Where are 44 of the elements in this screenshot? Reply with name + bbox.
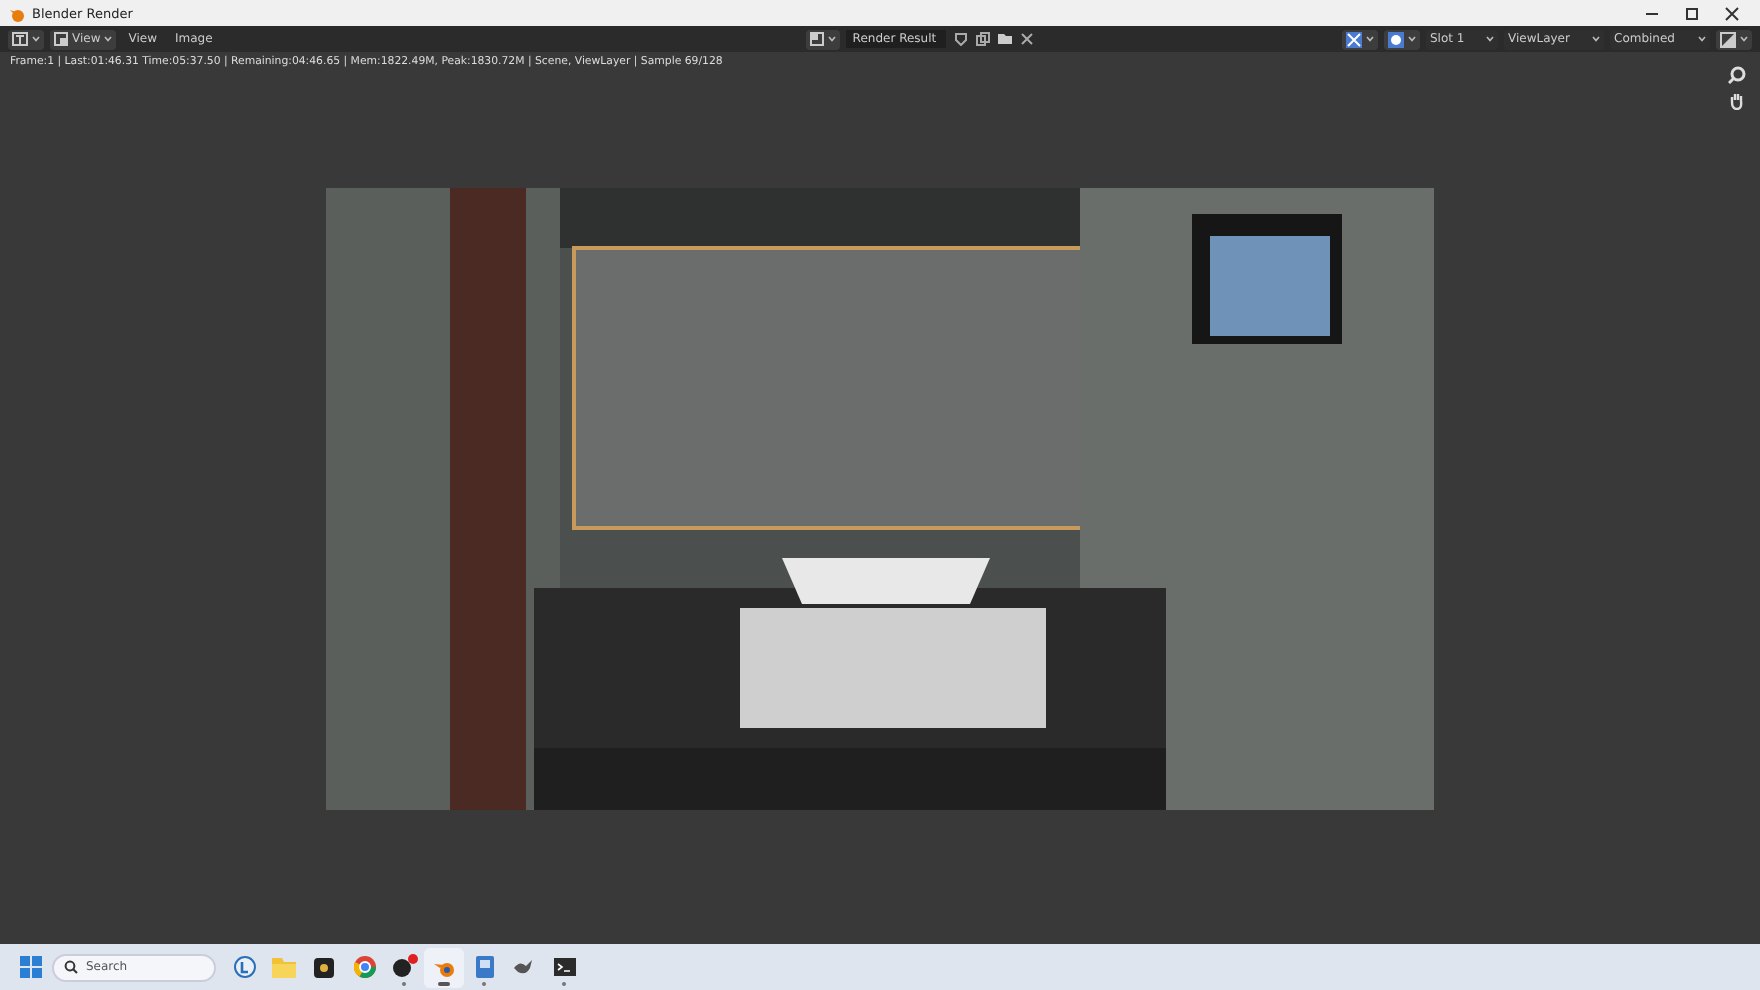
overlay-button[interactable] xyxy=(1384,29,1420,49)
running-indicator xyxy=(562,982,566,985)
shield-icon[interactable] xyxy=(954,32,969,46)
overlay-icon xyxy=(1388,31,1404,47)
taskbar-app-button[interactable] xyxy=(424,947,464,987)
bird-icon[interactable] xyxy=(513,958,535,976)
app-logo-icon xyxy=(8,5,26,21)
close-icon[interactable] xyxy=(1724,5,1740,21)
image-browse-button[interactable] xyxy=(806,29,841,49)
caret-icon xyxy=(32,36,40,42)
display-mode-icon xyxy=(1720,31,1736,47)
image-editor-icon xyxy=(12,32,28,46)
image-icon xyxy=(810,32,825,46)
zoom-icon[interactable] xyxy=(1728,66,1746,84)
running-indicator xyxy=(438,982,450,985)
hand-icon[interactable] xyxy=(1728,92,1746,110)
ring-app-icon[interactable] xyxy=(433,957,455,977)
caret-icon xyxy=(1592,36,1600,42)
editor-type-button[interactable] xyxy=(8,29,44,49)
square-app-icon[interactable] xyxy=(314,957,334,977)
document-icon[interactable] xyxy=(475,956,493,978)
close-icon[interactable] xyxy=(1020,32,1035,46)
display-channels-button[interactable] xyxy=(1342,29,1378,49)
caret-icon xyxy=(1366,36,1374,42)
caret-icon xyxy=(1486,36,1494,42)
caret-icon xyxy=(828,36,837,42)
caret-icon xyxy=(1740,36,1748,42)
start-icon[interactable] xyxy=(20,956,42,978)
folder-icon[interactable] xyxy=(998,32,1013,46)
notification-badge xyxy=(408,953,418,963)
channels-icon xyxy=(1346,31,1362,47)
maximize-icon[interactable] xyxy=(1684,5,1700,21)
search-icon xyxy=(64,960,78,974)
round-app-icon[interactable] xyxy=(392,956,416,978)
view-mode-icon xyxy=(54,32,68,46)
running-indicator xyxy=(402,982,406,985)
caret-icon xyxy=(104,36,113,42)
terminal-icon[interactable] xyxy=(553,958,575,976)
caret-icon xyxy=(1698,36,1706,42)
browser-icon[interactable] xyxy=(353,956,375,978)
running-indicator xyxy=(482,982,486,985)
display-mode-button[interactable] xyxy=(1716,29,1752,49)
duplicate-icon[interactable] xyxy=(976,32,991,46)
caret-icon xyxy=(1408,36,1416,42)
